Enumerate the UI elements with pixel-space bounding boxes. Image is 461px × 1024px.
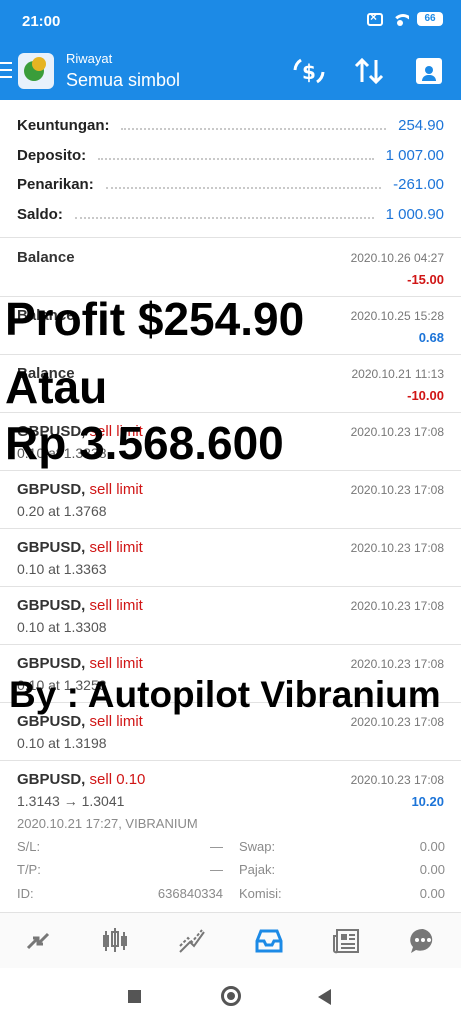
withdrawal-row: Penarikan: -261.00: [17, 170, 444, 198]
sim-icon: [367, 10, 383, 26]
overlay-credit-text: By : Autopilot Vibranium: [9, 674, 441, 715]
sl-field: S/L: —: [17, 839, 223, 854]
order-info: 0.10 at 1.3308: [17, 619, 107, 635]
wifi-icon: [391, 12, 409, 26]
order-row[interactable]: GBPUSD, sell limit 0.20 at 1.3768 2020.1…: [0, 471, 461, 529]
deal-row[interactable]: Balance 2020.10.26 04:27 -15.00: [0, 239, 461, 297]
order-type: sell limit: [89, 539, 143, 556]
swap-field: Swap: 0.00: [239, 839, 445, 854]
balance-value: 1 000.90: [385, 205, 444, 223]
deal-amount: -15.00: [407, 272, 444, 287]
history-icon[interactable]: [247, 921, 291, 961]
position-datetime: 2020.10.23 17:08: [350, 773, 444, 787]
status-time: 21:00: [22, 13, 61, 30]
status-bar: 21:00 66: [0, 0, 461, 44]
svg-text:$: $: [302, 60, 316, 84]
overlay-or-text: Atau: [5, 361, 108, 413]
order-row[interactable]: GBPUSD, sell limit 0.10 at 1.3308 2020.1…: [0, 587, 461, 645]
quotes-icon[interactable]: [16, 921, 60, 961]
position-type: sell 0.10: [89, 771, 146, 788]
deal-symbol: Balance: [17, 249, 75, 266]
tax-field: Pajak: 0.00: [239, 862, 445, 877]
deposit-label: Deposito:: [17, 146, 87, 164]
commission-field: Komisi: 0.00: [239, 886, 445, 901]
withdrawal-value: -261.00: [393, 175, 444, 193]
status-icons: 66: [367, 10, 443, 26]
app-bar-actions: $: [291, 56, 447, 86]
app-bar: Riwayat Semua simbol $: [0, 44, 461, 100]
back-icon[interactable]: [318, 989, 331, 1005]
deposit-row: Deposito: 1 007.00: [17, 141, 444, 169]
menu-icon[interactable]: [0, 62, 12, 78]
order-type: sell limit: [89, 481, 143, 498]
order-datetime: 2020.10.23 17:08: [350, 599, 444, 613]
order-datetime: 2020.10.23 17:08: [350, 541, 444, 555]
deal-amount: 0.68: [418, 330, 444, 345]
deal-datetime: 2020.10.21 11:13: [351, 367, 444, 381]
profit-value: 254.90: [398, 116, 444, 134]
order-datetime: 2020.10.23 17:08: [350, 715, 444, 729]
app-bar-subtitle: Riwayat: [66, 51, 113, 66]
sort-icon[interactable]: [351, 56, 387, 86]
balance-row: Saldo: 1 000.90: [17, 200, 444, 228]
recents-icon[interactable]: [128, 990, 141, 1003]
balance-label: Saldo:: [17, 205, 63, 223]
order-type: sell limit: [89, 655, 143, 672]
order-datetime: 2020.10.23 17:08: [350, 657, 444, 671]
trade-icon[interactable]: [170, 921, 214, 961]
system-nav: [0, 968, 461, 1024]
home-icon[interactable]: [221, 986, 241, 1006]
withdrawal-label: Penarikan:: [17, 175, 94, 193]
tp-field: T/P: —: [17, 862, 223, 877]
chat-icon[interactable]: [401, 921, 445, 961]
deposit-value: 1 007.00: [385, 146, 444, 164]
order-datetime: 2020.10.23 17:08: [350, 483, 444, 497]
app-logo-icon[interactable]: [18, 53, 54, 89]
order-symbol: GBPUSD, sell limit: [17, 655, 143, 672]
order-row[interactable]: GBPUSD, sell limit 0.10 at 1.3363 2020.1…: [0, 529, 461, 587]
order-info: 0.10 at 1.3198: [17, 735, 107, 751]
chart-icon[interactable]: [93, 921, 137, 961]
symbol-selector[interactable]: Semua simbol: [66, 70, 180, 91]
position-detail: 2020.10.21 17:27, VIBRANIUM S/L: — T/P: …: [0, 812, 461, 912]
news-icon[interactable]: [324, 921, 368, 961]
period-icon[interactable]: [411, 56, 447, 86]
position-meta: 2020.10.21 17:27, VIBRANIUM: [17, 816, 198, 831]
deal-amount: -10.00: [407, 388, 444, 403]
id-field: ID: 636840334: [17, 886, 223, 901]
order-symbol: GBPUSD, sell limit: [17, 481, 143, 498]
history-summary: Keuntungan: 254.90 Deposito: 1 007.00 Pe…: [0, 100, 461, 238]
deposit-withdraw-icon[interactable]: $: [291, 56, 327, 86]
bottom-nav: [0, 912, 461, 968]
deal-datetime: 2020.10.26 04:27: [350, 251, 444, 265]
position-row[interactable]: GBPUSD, sell 0.10 1.3143 → 1.3041 2020.1…: [0, 761, 461, 819]
order-symbol: GBPUSD, sell limit: [17, 597, 143, 614]
order-info: 0.10 at 1.3363: [17, 561, 107, 577]
order-datetime: 2020.10.23 17:08: [350, 425, 444, 439]
position-symbol: GBPUSD, sell 0.10: [17, 771, 146, 788]
position-profit: 10.20: [411, 794, 444, 809]
profit-row: Keuntungan: 254.90: [17, 111, 444, 139]
order-info: 0.20 at 1.3768: [17, 503, 107, 519]
battery-icon: 66: [417, 12, 443, 26]
order-type: sell limit: [89, 597, 143, 614]
deal-datetime: 2020.10.25 15:28: [350, 309, 444, 323]
order-symbol: GBPUSD, sell limit: [17, 539, 143, 556]
overlay-profit-text: Profit $254.90: [5, 293, 305, 345]
profit-label: Keuntungan:: [17, 116, 110, 134]
position-prices: 1.3143 → 1.3041: [17, 793, 125, 809]
overlay-rupiah-text: Rp 3.568.600: [5, 417, 284, 469]
